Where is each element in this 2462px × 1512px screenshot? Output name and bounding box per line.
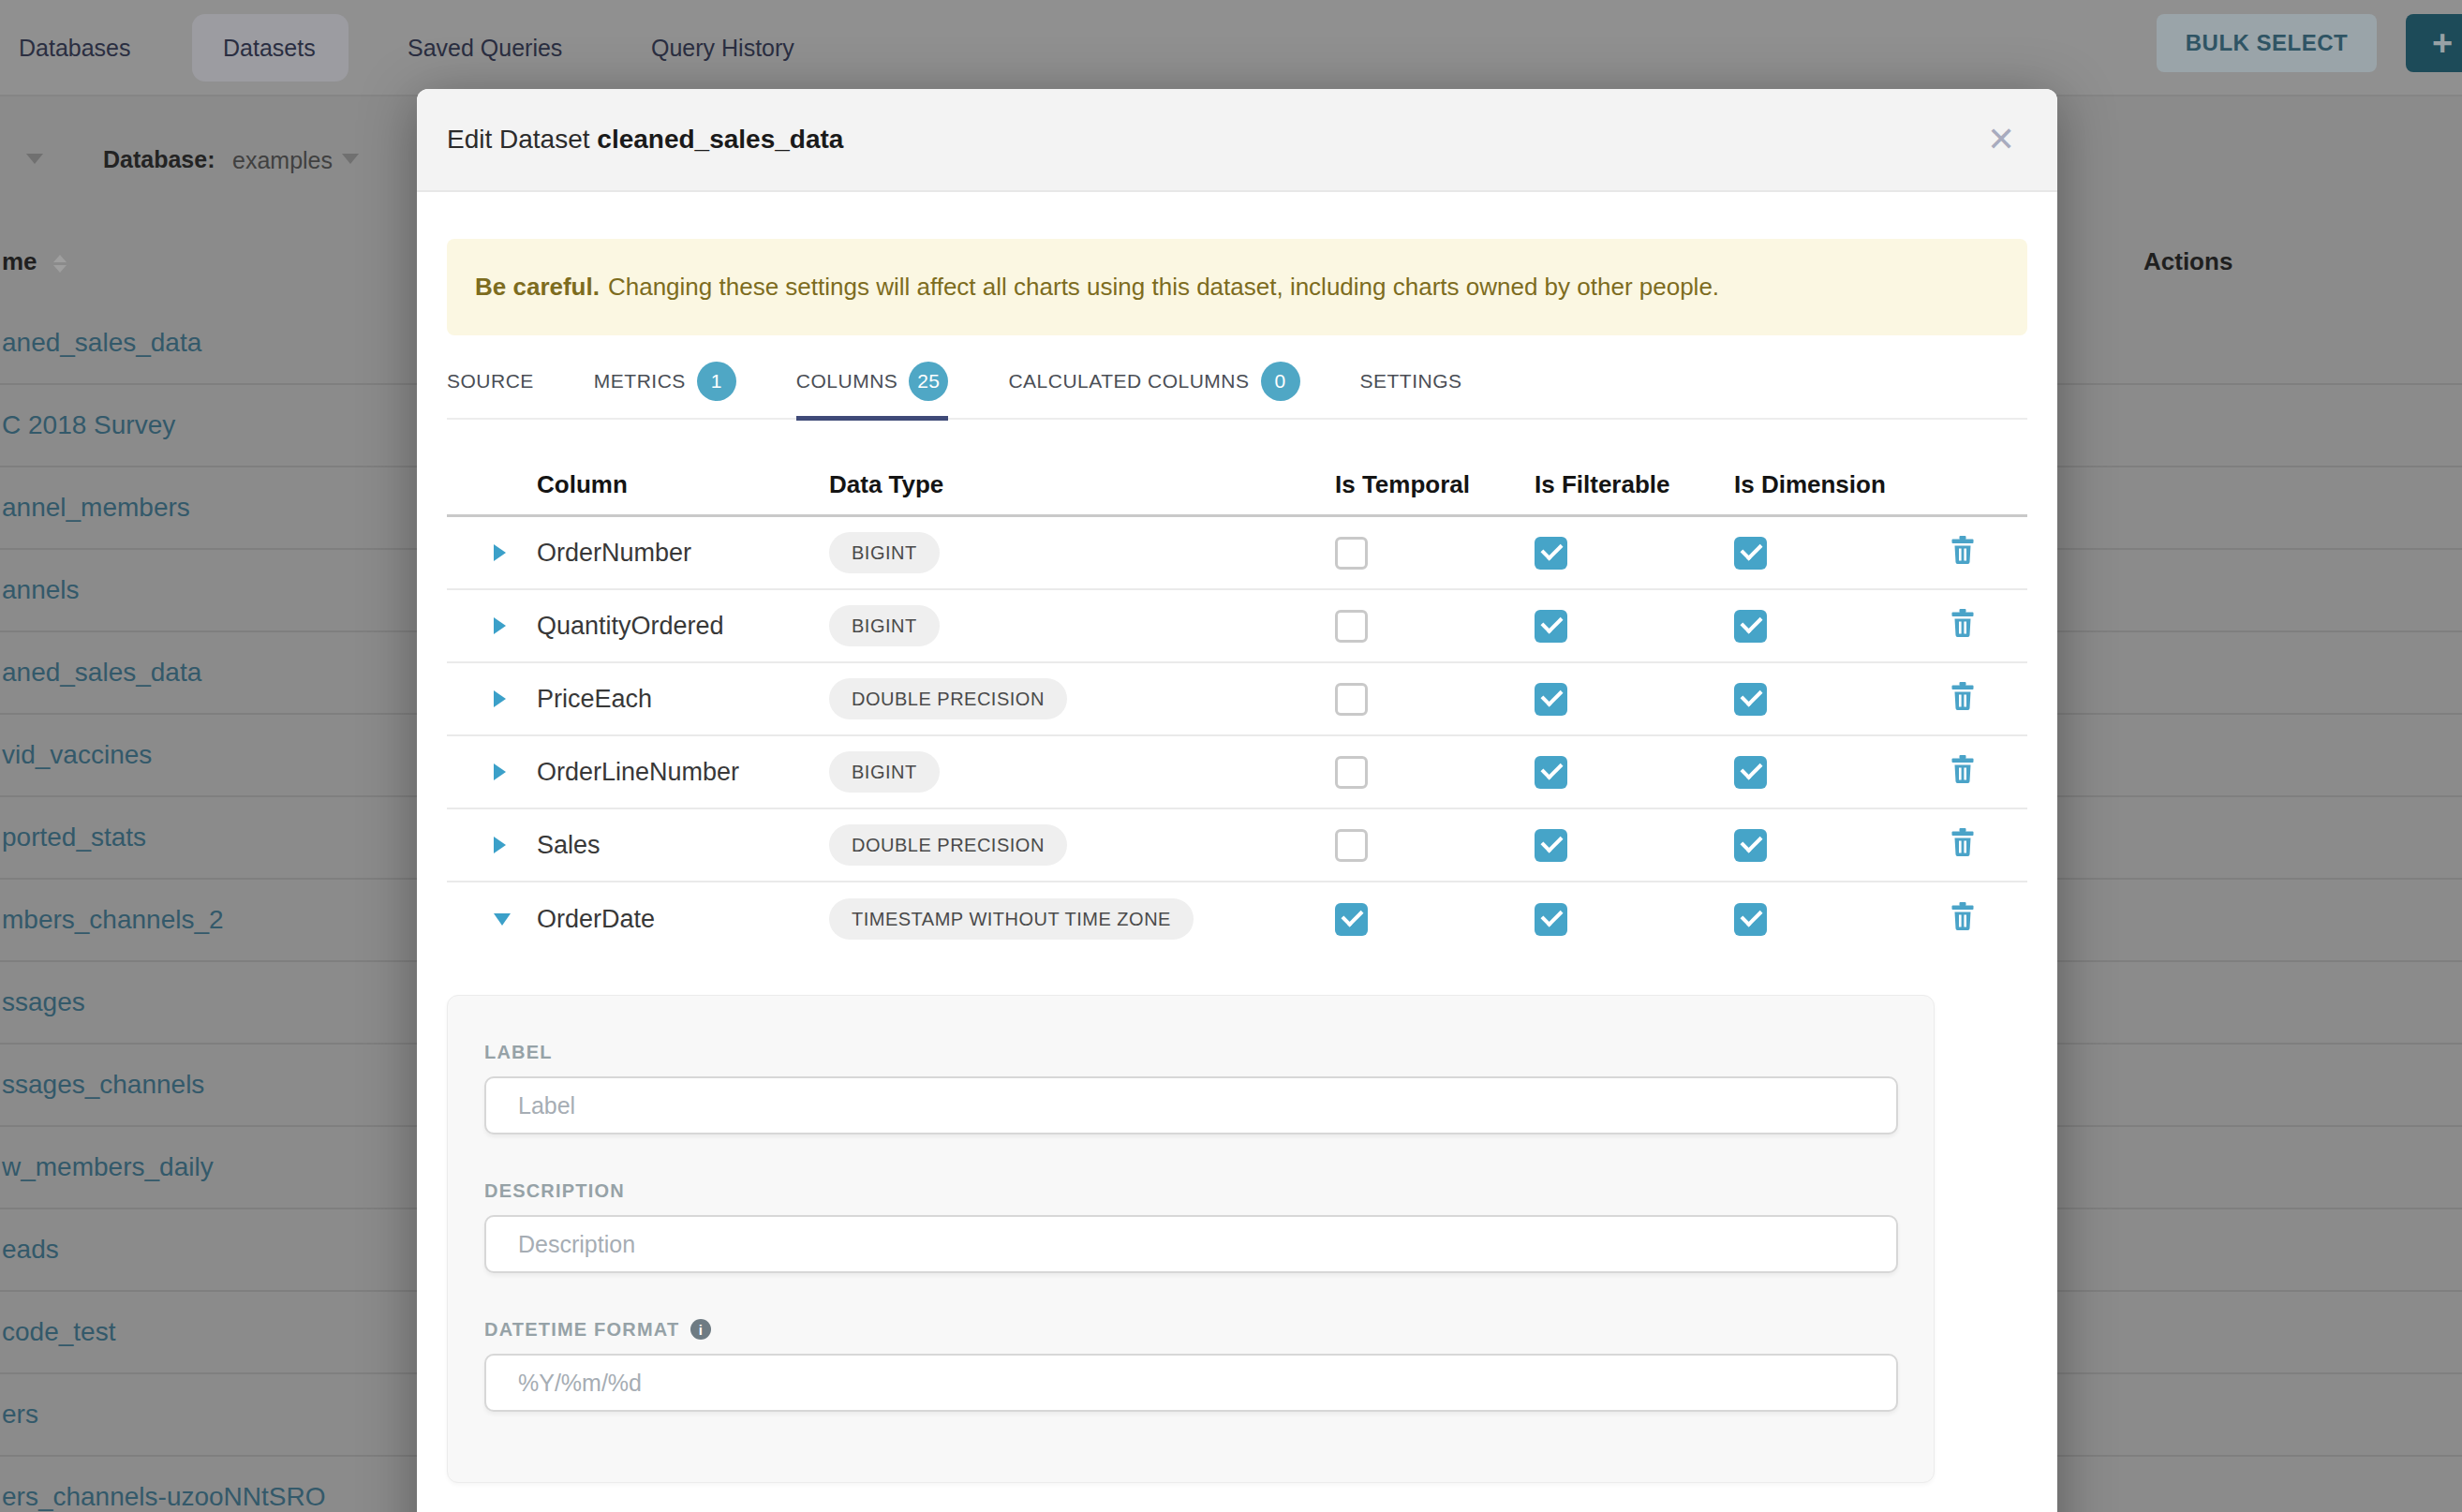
- data-type-pill: DOUBLE PRECISION: [829, 824, 1067, 866]
- column-row-OrderNumber: OrderNumberBIGINT: [447, 517, 2027, 590]
- data-type-pill: BIGINT: [829, 605, 940, 646]
- warning-banner-bold: Be careful.: [475, 273, 600, 302]
- field-datetime-format: DATETIME FORMATi: [484, 1319, 1898, 1412]
- tab-calculated-columns[interactable]: CALCULATED COLUMNS 0: [1008, 344, 1299, 419]
- temporal-checkbox[interactable]: [1335, 683, 1368, 716]
- delete-column-icon[interactable]: [1951, 908, 1974, 936]
- delete-column-icon[interactable]: [1951, 834, 1974, 862]
- column-row-OrderDate: OrderDateTIMESTAMP WITHOUT TIME ZONE: [447, 882, 2027, 956]
- modal-title: Edit Dataset cleaned_sales_data: [447, 125, 843, 155]
- dimension-checkbox[interactable]: [1734, 756, 1767, 789]
- modal-dataset-name: cleaned_sales_data: [597, 125, 843, 154]
- temporal-checkbox[interactable]: [1335, 829, 1368, 862]
- field-input[interactable]: [484, 1354, 1898, 1412]
- modal-title-prefix: Edit Dataset: [447, 125, 590, 154]
- modal-header: Edit Dataset cleaned_sales_data ✕: [417, 89, 2057, 192]
- delete-column-icon[interactable]: [1951, 688, 1974, 716]
- field-input[interactable]: [484, 1215, 1898, 1273]
- tab-columns[interactable]: COLUMNS 25: [796, 344, 949, 419]
- tab-label: SETTINGS: [1360, 370, 1462, 393]
- warning-banner: Be careful. Changing these settings will…: [447, 239, 2027, 335]
- data-type-pill: BIGINT: [829, 751, 940, 793]
- column-row-PriceEach: PriceEachDOUBLE PRECISION: [447, 663, 2027, 736]
- column-name: PriceEach: [537, 685, 829, 714]
- column-name: OrderNumber: [537, 539, 829, 568]
- temporal-checkbox[interactable]: [1335, 903, 1368, 936]
- tab-count-badge: 0: [1261, 362, 1300, 401]
- warning-banner-text: Changing these settings will affect all …: [608, 273, 1719, 302]
- collapse-row-icon[interactable]: [494, 913, 511, 926]
- tab-settings[interactable]: SETTINGS: [1360, 344, 1462, 419]
- column-name: QuantityOrdered: [537, 612, 829, 641]
- delete-column-icon[interactable]: [1951, 541, 1974, 570]
- tab-label: CALCULATED COLUMNS: [1008, 370, 1249, 393]
- delete-column-icon[interactable]: [1951, 615, 1974, 643]
- column-row-Sales: SalesDOUBLE PRECISION: [447, 809, 2027, 882]
- expand-row-icon[interactable]: [494, 837, 506, 853]
- tab-label: SOURCE: [447, 370, 534, 393]
- data-type-pill: DOUBLE PRECISION: [829, 678, 1067, 719]
- tab-metrics[interactable]: METRICS 1: [594, 344, 736, 419]
- filterable-checkbox[interactable]: [1535, 683, 1567, 716]
- column-editor-panel: LABEL DESCRIPTION DATETIME FORMATi: [447, 995, 1935, 1483]
- column-row-OrderLineNumber: OrderLineNumberBIGINT: [447, 736, 2027, 809]
- modal-body: Be careful. Changing these settings will…: [417, 239, 2057, 1483]
- col-header-is-filterable: Is Filterable: [1535, 470, 1734, 499]
- expand-row-icon[interactable]: [494, 617, 506, 634]
- expand-row-icon[interactable]: [494, 544, 506, 561]
- dimension-checkbox[interactable]: [1734, 683, 1767, 716]
- field-input[interactable]: [484, 1076, 1898, 1134]
- col-header-data-type: Data Type: [829, 470, 1335, 499]
- filterable-checkbox[interactable]: [1535, 903, 1567, 936]
- tab-label: METRICS: [594, 370, 686, 393]
- edit-dataset-modal: Edit Dataset cleaned_sales_data ✕ Be car…: [417, 89, 2057, 1512]
- info-icon[interactable]: i: [690, 1319, 711, 1340]
- expand-row-icon[interactable]: [494, 763, 506, 780]
- field-label: LABEL: [484, 1042, 1898, 1134]
- close-icon[interactable]: ✕: [1979, 117, 2024, 162]
- columns-table-header: Column Data Type Is Temporal Is Filterab…: [447, 420, 2027, 517]
- column-row-QuantityOrdered: QuantityOrderedBIGINT: [447, 590, 2027, 663]
- tab-label: COLUMNS: [796, 370, 898, 393]
- dimension-checkbox[interactable]: [1734, 903, 1767, 936]
- field-label: DESCRIPTION: [484, 1180, 1898, 1201]
- col-header-is-temporal: Is Temporal: [1335, 470, 1535, 499]
- tab-count-badge: 25: [909, 362, 948, 401]
- data-type-pill: BIGINT: [829, 532, 940, 573]
- temporal-checkbox[interactable]: [1335, 537, 1368, 570]
- dimension-checkbox[interactable]: [1734, 610, 1767, 643]
- expand-row-icon[interactable]: [494, 690, 506, 707]
- column-name: OrderDate: [537, 905, 829, 934]
- dimension-checkbox[interactable]: [1734, 537, 1767, 570]
- column-name: Sales: [537, 831, 829, 860]
- col-header-column: Column: [537, 470, 829, 499]
- tab-count-badge: 1: [697, 362, 736, 401]
- delete-column-icon[interactable]: [1951, 761, 1974, 789]
- filterable-checkbox[interactable]: [1535, 537, 1567, 570]
- dimension-checkbox[interactable]: [1734, 829, 1767, 862]
- field-description: DESCRIPTION: [484, 1180, 1898, 1273]
- filterable-checkbox[interactable]: [1535, 610, 1567, 643]
- field-label: DATETIME FORMATi: [484, 1319, 1898, 1340]
- tab-source[interactable]: SOURCE: [447, 344, 534, 419]
- temporal-checkbox[interactable]: [1335, 756, 1368, 789]
- filterable-checkbox[interactable]: [1535, 756, 1567, 789]
- field-label: LABEL: [484, 1042, 1898, 1062]
- modal-tabs: SOURCE METRICS 1 COLUMNS 25 CALCULATED COLUMN…: [447, 345, 2027, 420]
- data-type-pill: TIMESTAMP WITHOUT TIME ZONE: [829, 898, 1194, 940]
- col-header-is-dimension: Is Dimension: [1734, 470, 1951, 499]
- columns-table: Column Data Type Is Temporal Is Filterab…: [447, 420, 2027, 956]
- temporal-checkbox[interactable]: [1335, 610, 1368, 643]
- column-name: OrderLineNumber: [537, 758, 829, 787]
- filterable-checkbox[interactable]: [1535, 829, 1567, 862]
